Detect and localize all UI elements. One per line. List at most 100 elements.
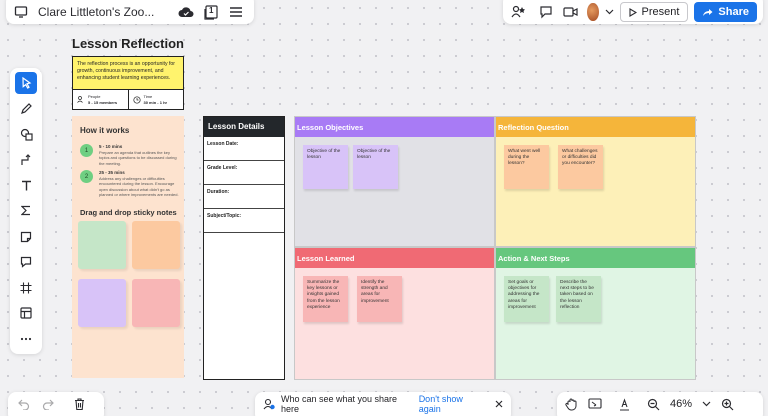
drag-heading: Drag and drop sticky notes	[80, 208, 177, 217]
frame-icon	[20, 282, 32, 294]
comment-tool-button[interactable]	[15, 251, 37, 273]
templates-tool-button[interactable]	[15, 302, 37, 324]
people-cell: People 5 - 15 members	[73, 90, 128, 109]
collaborators-icon[interactable]	[511, 4, 527, 20]
people-icon	[77, 96, 85, 103]
pen-icon	[20, 102, 32, 115]
details-heading: Lesson Details	[204, 117, 284, 137]
sticky-note[interactable]: Describe the next steps to be taken base…	[556, 276, 601, 322]
hand-pan-icon[interactable]	[565, 398, 578, 411]
step-time: 5 - 10 mins	[99, 144, 123, 149]
step-text: Address any challenges or difficulties e…	[99, 176, 179, 198]
sticky-note[interactable]: Identify the strength and areas for impr…	[357, 276, 402, 322]
how-it-works-panel: How it works 1 5 - 10 mins Prepare an age…	[72, 116, 184, 378]
redo-icon[interactable]	[42, 399, 54, 410]
undo-icon[interactable]	[18, 399, 30, 410]
template-title: Lesson Reflection	[72, 36, 184, 51]
lesson-objectives-section: Lesson Objectives Objective of the lesso…	[294, 116, 495, 247]
subject-topic-field[interactable]: Subject/Topic:	[204, 209, 284, 233]
dont-show-again-link[interactable]: Don't show again	[419, 394, 485, 414]
view-controls: 46%	[557, 392, 763, 416]
sticky-note[interactable]: Objective of the lesson	[353, 145, 398, 189]
trash-icon[interactable]	[74, 398, 85, 410]
sticky-note-icon	[20, 231, 32, 243]
privacy-user-icon	[263, 398, 275, 410]
sticky-swatch-red[interactable]	[132, 279, 180, 327]
sticky-note[interactable]: Summarize the key lessons or insights ga…	[303, 276, 348, 322]
zoom-in-icon[interactable]	[721, 398, 734, 411]
privacy-notice: Who can see what you share here Don't sh…	[255, 392, 511, 416]
select-tool-button[interactable]	[15, 72, 37, 94]
math-tool-button[interactable]	[15, 200, 37, 222]
sticky-swatch-orange[interactable]	[132, 221, 180, 269]
text-tool-button[interactable]	[15, 174, 37, 196]
clock-icon	[132, 95, 141, 104]
shapes-tool-button[interactable]	[15, 123, 37, 145]
step-1: 1 5 - 10 mins Prepare an agenda that outl…	[80, 144, 179, 166]
sticky-note[interactable]: What challenges or difficulties did you …	[558, 145, 603, 189]
privacy-text: Who can see what you share here	[281, 394, 398, 414]
reading-mode-icon[interactable]	[618, 397, 631, 411]
chevron-down-icon[interactable]	[702, 401, 711, 407]
pen-tool-button[interactable]	[15, 98, 37, 120]
menu-icon[interactable]	[229, 6, 243, 18]
share-label: Share	[718, 6, 749, 18]
cursor-icon	[21, 77, 32, 89]
play-icon	[628, 7, 637, 17]
duration-field[interactable]: Duration:	[204, 185, 284, 209]
lesson-date-field[interactable]: Lesson Date:	[204, 137, 284, 161]
zoom-out-icon[interactable]	[647, 398, 660, 411]
lesson-details-panel: Lesson Details Lesson Date: Grade Level:…	[203, 116, 285, 380]
chevron-down-icon[interactable]	[605, 9, 614, 15]
comment-bubble-icon	[20, 256, 32, 268]
sticky-note[interactable]: Objective of the lesson	[303, 145, 348, 189]
how-heading: How it works	[80, 126, 130, 135]
sticky-note-tool-button[interactable]	[15, 226, 37, 248]
sticky-note[interactable]: What went well during the lesson?	[504, 145, 549, 189]
shapes-icon	[20, 128, 33, 141]
lesson-learned-section: Lesson Learned Summarize the key lessons…	[294, 247, 495, 380]
zoom-level[interactable]: 46%	[670, 398, 692, 410]
section-header: Lesson Objectives	[295, 117, 494, 137]
history-controls	[8, 392, 104, 416]
page-count: 1	[209, 5, 214, 15]
present-button[interactable]: Present	[619, 2, 689, 22]
sticky-swatch-green[interactable]	[78, 221, 126, 269]
minimap-icon[interactable]	[588, 398, 602, 410]
tool-sidebar	[10, 68, 42, 354]
more-tools-button[interactable]	[15, 328, 37, 350]
user-avatar[interactable]	[587, 3, 599, 21]
step-time: 25 - 35 mins	[99, 170, 125, 175]
text-icon	[21, 180, 32, 191]
section-header: Reflection Question	[496, 117, 695, 137]
connector-tool-button[interactable]	[15, 149, 37, 171]
share-button[interactable]: Share	[694, 2, 757, 22]
templates-icon	[20, 307, 32, 319]
board-title[interactable]: Clare Littleton's Zoo...	[38, 5, 168, 19]
meta-info: People 5 - 15 members Time 30 min - 1 hr	[72, 89, 184, 110]
step-number: 2	[80, 170, 93, 183]
pages-icon[interactable]: 1	[204, 4, 219, 20]
people-value: 5 - 15 members	[88, 99, 118, 105]
back-to-home-icon[interactable]	[14, 5, 28, 19]
more-horizontal-icon	[20, 337, 32, 341]
video-call-icon[interactable]	[563, 6, 579, 18]
time-value: 30 min - 1 hr	[143, 99, 168, 105]
grade-level-field[interactable]: Grade Level:	[204, 161, 284, 185]
frame-tool-button[interactable]	[15, 277, 37, 299]
sticky-note[interactable]: Set goals or objectives for addressing t…	[504, 276, 549, 322]
time-cell: Time 30 min - 1 hr	[127, 90, 184, 109]
close-icon[interactable]	[495, 400, 503, 408]
section-header: Lesson Learned	[295, 248, 494, 268]
comment-icon[interactable]	[539, 5, 553, 19]
present-label: Present	[641, 6, 680, 18]
step-number: 1	[80, 144, 93, 157]
step-text: Prepare an agenda that outlines the key …	[99, 150, 177, 166]
board-actions: Present Share	[503, 0, 763, 24]
section-header: Action & Next Steps	[496, 248, 695, 268]
reflection-question-section: Reflection Question What went well durin…	[495, 116, 696, 247]
sticky-swatch-purple[interactable]	[78, 279, 126, 327]
sigma-icon	[21, 205, 31, 216]
connector-icon	[20, 153, 32, 166]
cloud-sync-icon[interactable]	[178, 6, 194, 18]
